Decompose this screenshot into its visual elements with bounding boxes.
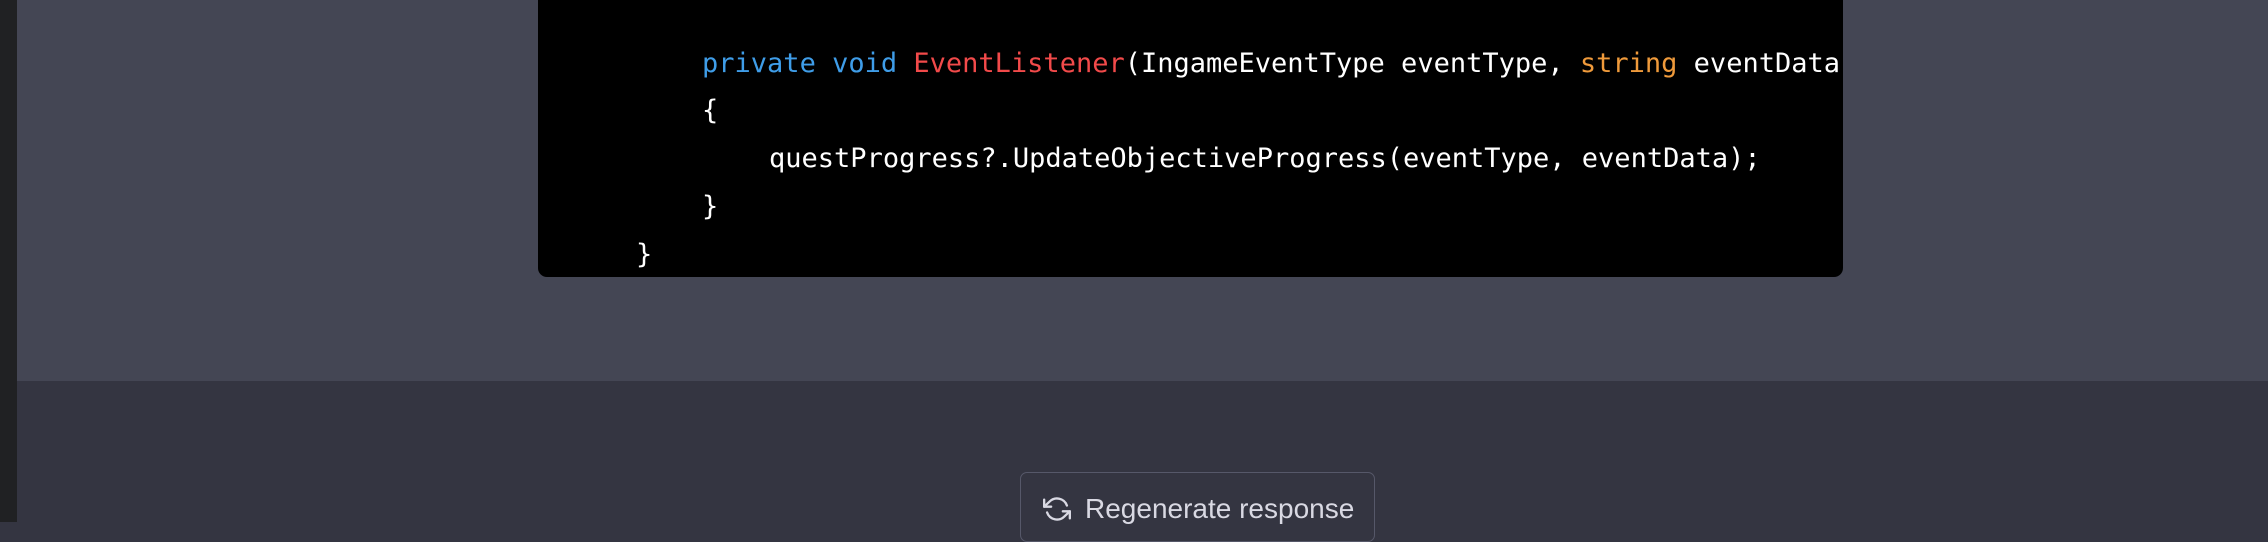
code-token: void xyxy=(832,48,898,79)
code-block: private void EventListener(IngameEventTy… xyxy=(538,0,1843,277)
code-token: questProgress?.UpdateObjectiveProgress(e… xyxy=(769,143,1761,174)
code-token: (IngameEventType eventType, xyxy=(1124,48,1580,79)
code-token: } xyxy=(702,191,719,222)
code-token: } xyxy=(636,239,653,270)
code-line: } xyxy=(571,207,652,277)
code-token: string xyxy=(1579,48,1678,79)
code-line: private void EventListener(IngameEventTy… xyxy=(637,16,1843,112)
refresh-icon xyxy=(1043,497,1071,521)
regenerate-response-button[interactable]: Regenerate response xyxy=(1020,472,1375,542)
regenerate-response-label: Regenerate response xyxy=(1085,493,1355,524)
code-token: EventListener xyxy=(913,48,1125,79)
sidebar-edge xyxy=(0,0,17,522)
code-token: eventData) xyxy=(1677,48,1843,79)
code-token: private xyxy=(702,48,816,79)
code-line: questProgress?.UpdateObjectiveProgress(e… xyxy=(704,111,1761,207)
